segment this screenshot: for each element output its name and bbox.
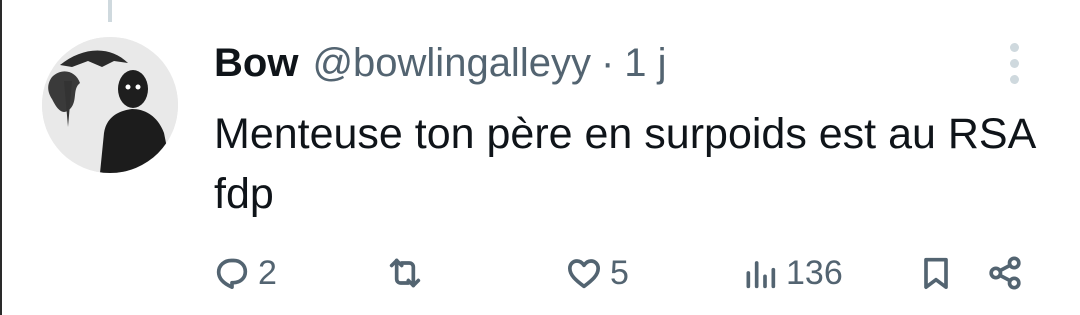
more-dot	[1009, 74, 1019, 84]
user-handle[interactable]: @bowlingalleyy	[312, 38, 591, 88]
avatar[interactable]	[42, 37, 178, 173]
heart-icon	[564, 253, 604, 293]
views-button[interactable]: 136	[740, 248, 843, 298]
more-dot	[1009, 58, 1019, 68]
action-bar: 2 5 136	[0, 248, 1080, 298]
share-icon	[984, 253, 1026, 293]
retweet-button[interactable]	[384, 248, 432, 298]
more-options-button[interactable]	[996, 40, 1032, 86]
bookmark-button[interactable]	[916, 248, 956, 298]
reply-button[interactable]: 2	[212, 248, 277, 298]
reply-icon	[212, 253, 252, 293]
view-count: 136	[786, 253, 843, 292]
bar-chart-icon	[740, 253, 780, 293]
like-button[interactable]: 5	[564, 248, 629, 298]
thread-connector-line	[108, 0, 112, 22]
share-button[interactable]	[984, 248, 1026, 298]
tweet-text: Menteuse ton père en surpoids est au RSA…	[214, 110, 1034, 218]
bookmark-icon	[916, 253, 956, 293]
reply-count: 2	[258, 253, 277, 292]
separator-dot: ·	[600, 41, 615, 85]
like-count: 5	[610, 253, 629, 292]
timestamp[interactable]: 1 j	[624, 38, 666, 88]
more-dot	[1009, 42, 1019, 52]
tweet-header: Bow @bowlingalleyy · 1 j	[214, 38, 667, 88]
retweet-icon	[384, 253, 426, 293]
display-name[interactable]: Bow	[214, 38, 298, 88]
